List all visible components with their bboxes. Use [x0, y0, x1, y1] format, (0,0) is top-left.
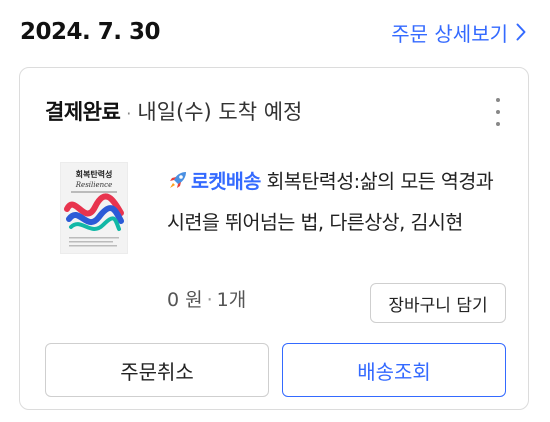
- rocket-delivery-badge: 로켓배송: [191, 170, 261, 193]
- status-separator: ·: [126, 104, 132, 123]
- chevron-right-icon: [516, 23, 526, 41]
- cover-title-text: 회복탄력성: [76, 169, 113, 179]
- price-row: 0 원 · 1개: [167, 285, 246, 312]
- order-detail-link-label: 주문 상세보기: [391, 21, 508, 46]
- add-to-cart-button[interactable]: 장바구니 담기: [370, 283, 506, 323]
- product-info[interactable]: 로켓배송 회복탄력성:삶의 모든 역경과 시련을 뛰어넘는 법, 다른상상, 김…: [167, 163, 512, 242]
- delivery-eta: 내일(수) 도착 예정: [137, 100, 303, 124]
- rocket-icon: [167, 166, 189, 204]
- order-status: 결제완료: [45, 100, 121, 124]
- order-detail-link[interactable]: 주문 상세보기: [391, 18, 526, 47]
- product-thumbnail[interactable]: 회복탄력성 Resilience: [60, 162, 128, 254]
- product-price: 0 원: [167, 289, 203, 311]
- order-status-row: 결제완료 · 내일(수) 도착 예정: [45, 96, 302, 126]
- order-card: 결제완료 · 내일(수) 도착 예정 회복탄력성 Resilience 로켓배송…: [19, 67, 529, 410]
- product-quantity: 1개: [216, 289, 247, 311]
- cover-subtitle-text: Resilience: [75, 181, 112, 189]
- cancel-order-button[interactable]: 주문취소: [45, 343, 269, 397]
- more-vertical-icon[interactable]: [490, 98, 506, 126]
- price-separator: ·: [206, 289, 213, 311]
- order-header: 2024. 7. 30 주문 상세보기: [20, 12, 526, 52]
- order-date: 2024. 7. 30: [20, 19, 161, 45]
- track-delivery-button[interactable]: 배송조회: [282, 343, 506, 397]
